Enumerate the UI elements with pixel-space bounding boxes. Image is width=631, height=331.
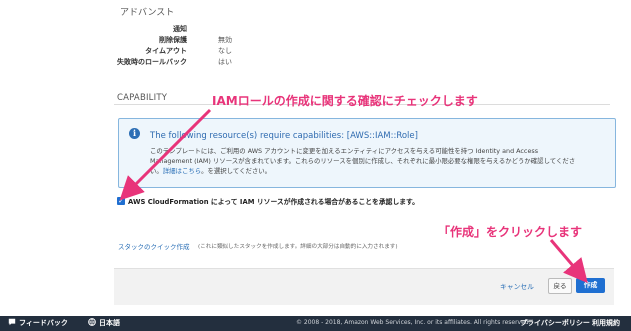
- arrow-to-create: [549, 239, 588, 284]
- speech-bubble-icon: [8, 318, 16, 326]
- privacy-policy-link[interactable]: プライバシーポリシー: [520, 318, 590, 328]
- language-label: 日本語: [99, 319, 120, 327]
- annotation-arrows: [119, 108, 588, 284]
- terms-link[interactable]: 利用規約: [592, 318, 620, 328]
- globe-icon: [88, 318, 96, 326]
- arrow-to-checkbox: [119, 108, 212, 201]
- language-selector[interactable]: 日本語: [88, 318, 120, 328]
- feedback-button[interactable]: フィードバック: [8, 318, 68, 328]
- feedback-label: フィードバック: [19, 319, 68, 327]
- copyright-text: © 2008 - 2018, Amazon Web Services, Inc.…: [296, 319, 531, 326]
